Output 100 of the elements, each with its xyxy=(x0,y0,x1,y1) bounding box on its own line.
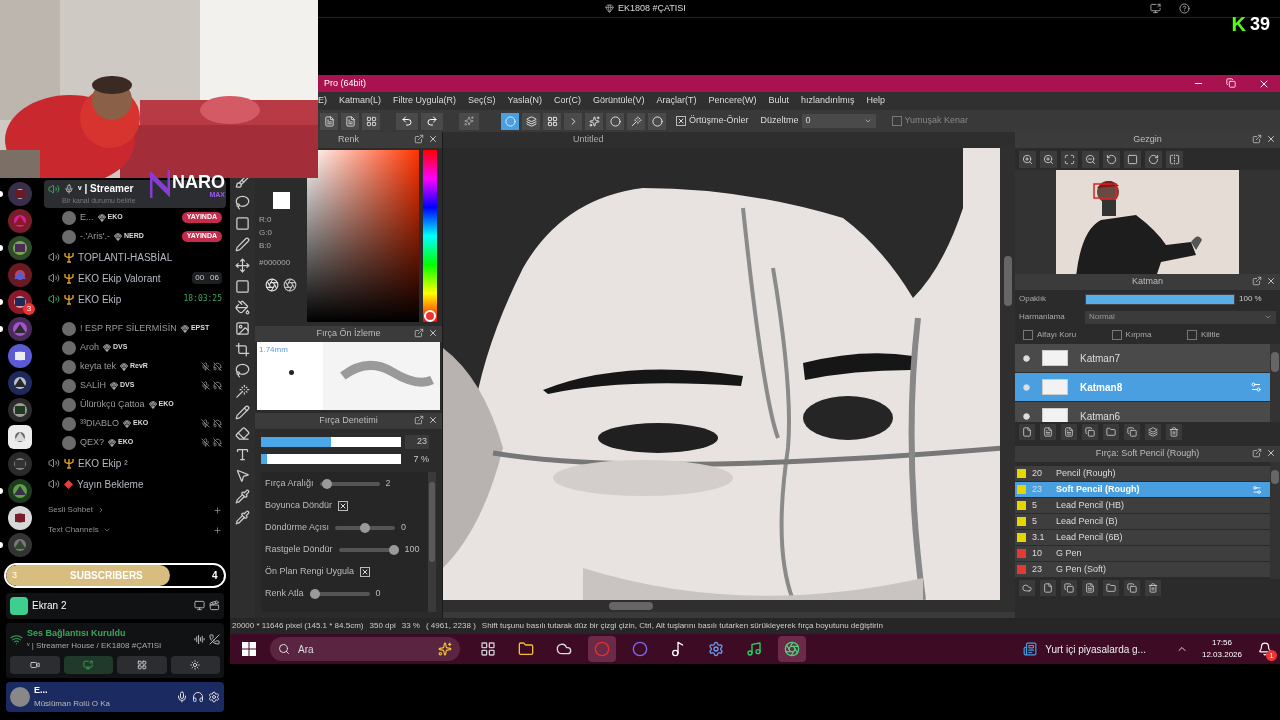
checkbox-label: Kırpma xyxy=(1125,329,1152,341)
layer-name: Katman7 xyxy=(1080,351,1121,366)
member-name: SALİH xyxy=(80,378,106,392)
panel-title: Renk xyxy=(338,133,359,147)
brush-name: Lead Pencil (B) xyxy=(1056,514,1118,528)
brush-size: 23 xyxy=(1032,562,1043,576)
panel-title: Katman xyxy=(1132,275,1163,289)
section-header[interactable]: Sesli Sohbet xyxy=(48,504,93,516)
channel-name: EKO Ekip Valorant xyxy=(78,271,161,286)
screen-share-title: Ekran 2 xyxy=(32,599,67,613)
document-tab[interactable]: Untitled xyxy=(573,133,604,147)
layer-name: Katman6 xyxy=(1080,409,1121,422)
menu-item[interactable]: Yasla(N) xyxy=(507,94,542,108)
clock-time: 17:56 xyxy=(1211,637,1232,649)
voice-channel[interactable]: EKO Ekip 18:03:25 xyxy=(44,289,226,309)
menu-item[interactable]: Cor(C) xyxy=(553,94,581,108)
setting-value: 0 xyxy=(375,586,381,600)
setting-label: Döndürme Açısı xyxy=(265,520,330,534)
layer-row[interactable]: Katman6 xyxy=(1015,402,1270,422)
section-header[interactable]: Text Channels xyxy=(48,524,99,536)
voice-channel[interactable]: Yayın Bekleme xyxy=(44,474,226,494)
call-timer: 18:03:25 xyxy=(183,293,222,305)
user-limit: 00 xyxy=(194,272,206,284)
correction-dropdown[interactable]: 0 xyxy=(801,114,876,128)
panel-title: Fırça Ön İzleme xyxy=(316,327,381,341)
panel-title: Gezgin xyxy=(1133,133,1162,147)
brush-row[interactable]: 23 G Pen (Soft) xyxy=(1015,562,1270,577)
notification-count: 1 xyxy=(1266,650,1277,661)
menu-item[interactable]: Pencere(W) xyxy=(708,94,757,108)
discord-channel-title: EK1808 #ÇATISI xyxy=(618,1,686,15)
voice-channel[interactable]: EKO Ekip ² xyxy=(44,453,226,473)
channel-name: Yayın Bekleme xyxy=(77,477,144,492)
menu-item[interactable]: Seç(S) xyxy=(468,94,496,108)
kick-logo: K xyxy=(1231,14,1246,34)
opacity-value: 100 % xyxy=(1239,293,1262,305)
member-name: ! ESP RPF SİLERMİSİN xyxy=(80,321,177,335)
menu-item[interactable]: Katman(L) xyxy=(339,94,382,108)
member-name: QEX? xyxy=(80,435,104,449)
layer-row[interactable]: Katman7 xyxy=(1015,344,1270,372)
brush-row[interactable]: 20 Pencil (Rough) xyxy=(1015,466,1270,481)
brush-size: 10 xyxy=(1032,546,1043,560)
channel-name: ᵛ | Streamer xyxy=(78,182,134,197)
layer-name: Katman8 xyxy=(1080,380,1123,395)
clock-date: 12.03.2026 xyxy=(1201,649,1242,661)
color-value: R:0 xyxy=(258,214,272,226)
member-name: ³³DIABLO xyxy=(80,416,119,430)
menu-item[interactable]: E) xyxy=(318,94,327,108)
menu-item[interactable]: Araçlar(T) xyxy=(656,94,697,108)
channel-name: EKO Ekip xyxy=(78,292,122,307)
menu-item[interactable]: hızlandırılmış xyxy=(800,94,855,108)
brush-size: 5 xyxy=(1032,498,1038,512)
menu-item[interactable]: Help xyxy=(866,94,885,108)
panel-title: Fırça: Soft Pencil (Rough) xyxy=(1095,447,1200,461)
brush-name: Lead Pencil (6B) xyxy=(1056,530,1123,544)
viewer-count: 39 xyxy=(1249,15,1270,33)
status-text: Shift tuşunu basılı tutarak düz bir çizgi çizin, Ctrl, Alt tuşlarını basılı tutarken sürükleyerek fırça boyutunu değiştirin xyxy=(481,620,883,632)
menu-item[interactable]: Bulut xyxy=(768,94,789,108)
menu-item[interactable]: Görüntüle(V) xyxy=(592,94,645,108)
setting-value: 0 xyxy=(401,520,407,534)
brush-density-value: 7 % xyxy=(412,452,429,466)
brush-size: 1.74mm xyxy=(259,344,289,356)
member-name: Ülürükçü Çattoa xyxy=(80,397,145,411)
brush-size: 3.1 xyxy=(1032,530,1046,544)
voice-channel-path: ᵛ | Streamer House / EK1808 #ÇATISI xyxy=(27,640,162,652)
search-field[interactable]: Ara xyxy=(270,637,460,661)
menu-item[interactable]: Filtre Uygula(R) xyxy=(393,94,457,108)
blend-dropdown[interactable]: Normal xyxy=(1085,310,1276,324)
window-title: Pro (64bit) xyxy=(324,76,367,90)
checkbox-label: Yumuşak Kenar xyxy=(904,114,969,128)
field-label: Düzeltme xyxy=(760,114,799,128)
checkbox-label: Kilitle xyxy=(1200,329,1220,341)
voice-channel[interactable]: TOPLANTI-HASBİAL xyxy=(44,247,226,267)
voice-status: Ses Bağlantısı Kuruldu xyxy=(27,626,127,640)
hex-value: #000000 xyxy=(258,257,291,269)
brush-row[interactable]: 3.1 Lead Pencil (6B) xyxy=(1015,530,1270,545)
brush-name: Pencil (Rough) xyxy=(1056,466,1116,480)
news-widget[interactable]: Yurt içi piyasalarda g... xyxy=(1019,637,1150,661)
user-name: E... xyxy=(34,684,49,698)
brush-row[interactable]: 5 Lead Pencil (HB) xyxy=(1015,498,1270,513)
brush-size-field[interactable]: 23 xyxy=(405,435,429,449)
brush-row[interactable]: 10 G Pen xyxy=(1015,546,1270,561)
brush-name: Lead Pencil (HB) xyxy=(1056,498,1125,512)
field-label: Opaklık xyxy=(1019,293,1048,305)
member-name: Aroh xyxy=(80,340,99,354)
user-limit: 06 xyxy=(209,272,220,284)
user-status: Müslüman Rolü O Ka xyxy=(34,697,111,710)
setting-value: 2 xyxy=(385,476,391,490)
setting-label: Ön Plan Rengi Uygula xyxy=(265,564,355,578)
setting-label: Boyunca Döndür xyxy=(265,498,333,512)
member-name: keyta tek xyxy=(80,359,117,373)
brush-size: 20 xyxy=(1032,466,1043,480)
brush-row[interactable]: 5 Lead Pencil (B) xyxy=(1015,514,1270,529)
voice-channel[interactable]: EKO Ekip Valorant 00 06 xyxy=(44,268,226,288)
setting-label: Rastgele Döndür xyxy=(265,542,333,556)
field-label: Harmanlama xyxy=(1019,311,1066,323)
setting-label: Renk Atla xyxy=(265,586,304,600)
brush-size: 5 xyxy=(1032,514,1038,528)
brush-name: G Pen (Soft) xyxy=(1056,562,1107,576)
checkbox-label: Alfayı Koru xyxy=(1037,329,1077,341)
member-name: E... xyxy=(80,210,94,224)
